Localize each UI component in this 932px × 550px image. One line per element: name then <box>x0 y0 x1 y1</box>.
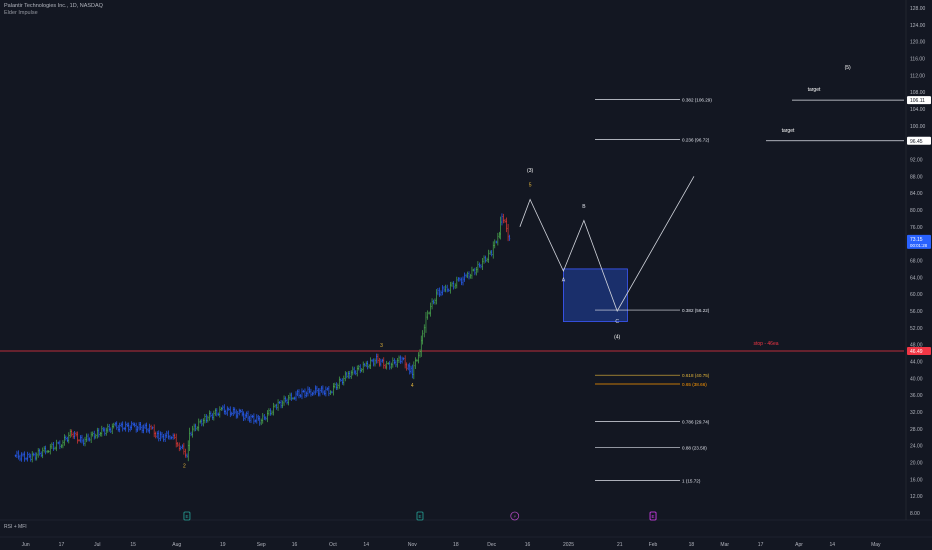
y-tick-label: 92.00 <box>910 158 923 164</box>
y-tick-label: 68.00 <box>910 259 923 265</box>
x-tick-label: Jun <box>22 542 30 548</box>
y-tick-label: 76.00 <box>910 225 923 231</box>
y-tick-label: 60.00 <box>910 292 923 298</box>
rsi-mfi-label: RSI + MFI <box>4 524 27 530</box>
y-tick-label: 8.00 <box>910 511 920 517</box>
x-tick-label: May <box>871 542 881 548</box>
x-tick-label: 19 <box>220 542 226 548</box>
event-marker-glyph: ⚡ <box>513 514 516 519</box>
y-tick-label: 12.00 <box>910 494 923 500</box>
y-tick-label: 44.00 <box>910 360 923 366</box>
x-tick-label: Dec <box>487 542 496 548</box>
axis-price-tag-text: 46.49 <box>910 349 923 355</box>
x-tick-label: Aug <box>172 542 181 548</box>
y-tick-label: 40.00 <box>910 376 923 382</box>
x-tick-label: Oct <box>329 542 337 548</box>
event-marker-glyph: E <box>652 514 655 519</box>
wave-label: C <box>615 319 619 325</box>
target-label: target <box>782 128 795 134</box>
x-tick-label: 18 <box>453 542 459 548</box>
wave-label: (4) <box>614 334 620 340</box>
axis-price-tag-text: 106.11 <box>910 98 925 104</box>
y-tick-label: 128.00 <box>910 6 926 12</box>
x-tick-label: 21 <box>617 542 623 548</box>
y-tick-label: 28.00 <box>910 427 923 433</box>
x-tick-label: 15 <box>130 542 136 548</box>
fib-level-label: 0.618 (40.75) <box>682 373 710 378</box>
x-tick-label: 17 <box>59 542 65 548</box>
stop-label: stop - 46ea <box>753 341 778 347</box>
x-tick-label: 16 <box>525 542 531 548</box>
y-tick-label: 108.00 <box>910 90 926 96</box>
x-tick-label: Mar <box>720 542 729 548</box>
y-tick-label: 116.00 <box>910 57 925 63</box>
x-tick-label: Sep <box>257 542 266 548</box>
x-tick-label: 17 <box>758 542 764 548</box>
x-tick-label: 18 <box>689 542 695 548</box>
wave-label: (3) <box>527 168 533 174</box>
x-tick-label: 14 <box>363 542 369 548</box>
wave-label: 2 <box>183 464 186 470</box>
price-chart[interactable]: RSI + MFI 128.00 124.00 120.00 116.00 112.00 1… <box>0 0 932 550</box>
fib-level-label: 0.382 (106.29) <box>682 97 712 102</box>
y-tick-label: 100.00 <box>910 124 926 130</box>
x-tick-label: 16 <box>292 542 298 548</box>
wave-label: 5 <box>529 182 532 188</box>
axis-price-tag-countdown: 00:01:28 <box>910 243 928 248</box>
indicator-label[interactable]: Elder Impulse <box>4 10 103 17</box>
wave-label: (5) <box>845 65 851 71</box>
y-tick-label: 112.00 <box>910 73 925 79</box>
event-marker-glyph: E <box>185 514 188 519</box>
x-tick-label: Jul <box>94 542 100 548</box>
y-tick-label: 16.00 <box>910 477 923 483</box>
fib-level-label: 0.236 (96.72) <box>682 138 710 143</box>
y-tick-label: 24.00 <box>910 444 923 450</box>
y-tick-label: 32.00 <box>910 410 923 416</box>
y-tick-label: 104.00 <box>910 107 926 113</box>
y-tick-label: 88.00 <box>910 174 923 180</box>
wave-label: 4 <box>411 383 414 389</box>
x-tick-label: Feb <box>649 542 658 548</box>
fib-level-label: 1 (15.72) <box>682 479 701 484</box>
y-tick-label: 52.00 <box>910 326 923 332</box>
fib-level-label: 0.382 (56.22) <box>682 308 710 313</box>
y-tick-label: 36.00 <box>910 393 923 399</box>
fib-level-label: 0.88 (23.58) <box>682 445 707 450</box>
y-tick-label: 124.00 <box>910 23 926 29</box>
chart-root: Palantir Technologies Inc., 1D, NASDAQ E… <box>0 0 932 550</box>
symbol-title[interactable]: Palantir Technologies Inc., 1D, NASDAQ <box>4 3 103 10</box>
y-tick-label: 20.00 <box>910 461 923 467</box>
fib-level-label: 0.65 (38.66) <box>682 382 707 387</box>
axis-price-tag-text: 96.45 <box>910 139 923 145</box>
x-tick-label: Apr <box>795 542 803 548</box>
x-tick-label: Nov <box>408 542 417 548</box>
x-tick-label: 14 <box>830 542 836 548</box>
y-tick-label: 56.00 <box>910 309 923 315</box>
y-tick-label: 84.00 <box>910 191 923 197</box>
y-tick-label: 64.00 <box>910 275 923 281</box>
wave-label: 3 <box>380 343 383 349</box>
target-label: target <box>808 87 821 93</box>
x-tick-label: 2025 <box>563 542 574 548</box>
event-marker-glyph: E <box>419 514 422 519</box>
y-tick-label: 120.00 <box>910 40 926 46</box>
chart-header: Palantir Technologies Inc., 1D, NASDAQ E… <box>4 3 103 17</box>
demand-zone-box <box>562 268 628 322</box>
fib-level-label: 0.786 (29.74) <box>682 420 710 425</box>
y-tick-label: 80.00 <box>910 208 923 214</box>
